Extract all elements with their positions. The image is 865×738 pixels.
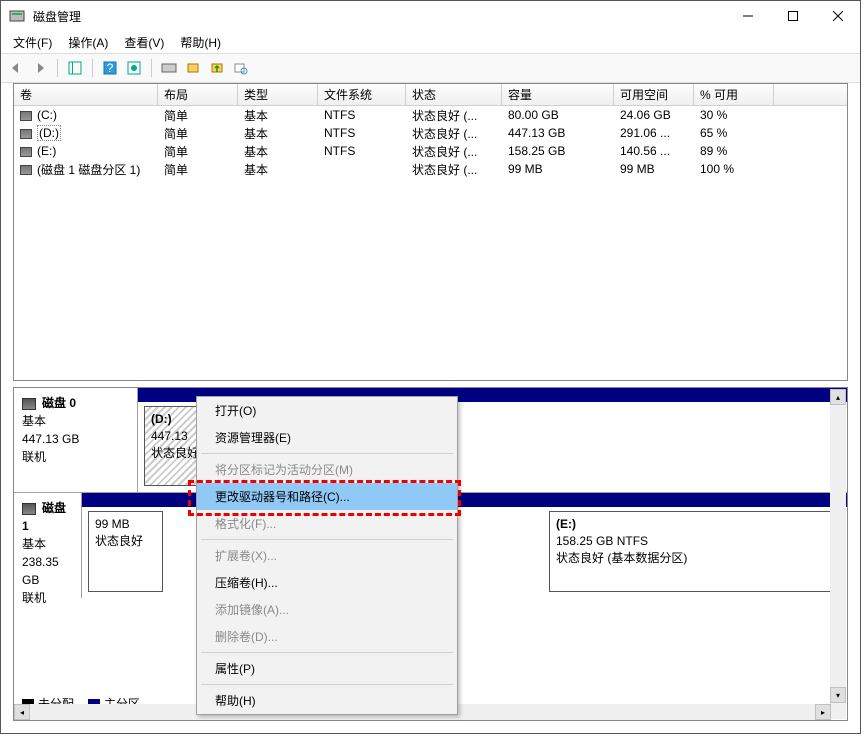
col-status[interactable]: 状态 — [406, 84, 502, 105]
ctx-extend: 扩展卷(X)... — [197, 542, 457, 569]
tb-icon-4[interactable] — [206, 57, 228, 79]
table-row[interactable]: (D:)简单基本NTFS状态良好 (...447.13 GB291.06 ...… — [14, 124, 847, 142]
toolbar: ? — [1, 53, 860, 83]
ctx-help[interactable]: 帮助(H) — [197, 687, 457, 714]
forward-button[interactable] — [29, 57, 51, 79]
window-title: 磁盘管理 — [33, 8, 725, 25]
titlebar: 磁盘管理 — [1, 1, 860, 31]
menu-view[interactable]: 查看(V) — [116, 32, 172, 53]
col-type[interactable]: 类型 — [238, 84, 318, 105]
col-fs[interactable]: 文件系统 — [318, 84, 406, 105]
menu-help[interactable]: 帮助(H) — [172, 32, 229, 53]
col-volume[interactable]: 卷 — [14, 84, 158, 105]
disk-label: 磁盘 1基本238.35 GB联机 — [14, 493, 82, 598]
ctx-format: 格式化(F)... — [197, 510, 457, 537]
ctx-explorer[interactable]: 资源管理器(E) — [197, 424, 457, 451]
tb-icon-1[interactable] — [64, 57, 86, 79]
table-row[interactable]: (C:)简单基本NTFS状态良好 (...80.00 GB24.06 GB30 … — [14, 106, 847, 124]
ctx-properties[interactable]: 属性(P) — [197, 655, 457, 682]
ctx-delete: 删除卷(D)... — [197, 623, 457, 650]
tb-icon-disk[interactable] — [158, 57, 180, 79]
maximize-button[interactable] — [770, 1, 815, 31]
help-icon[interactable]: ? — [99, 57, 121, 79]
menu-action[interactable]: 操作(A) — [60, 32, 116, 53]
minimize-button[interactable] — [725, 1, 770, 31]
scroll-down[interactable]: ▾ — [830, 687, 846, 703]
toolbar-separator — [57, 59, 58, 77]
table-row[interactable]: (E:)简单基本NTFS状态良好 (...158.25 GB140.56 ...… — [14, 142, 847, 160]
menu-file[interactable]: 文件(F) — [5, 32, 60, 53]
app-icon — [9, 8, 25, 24]
vertical-scrollbar[interactable]: ▴ ▾ — [830, 389, 846, 719]
disk-label: 磁盘 0基本447.13 GB联机 — [14, 388, 138, 492]
col-layout[interactable]: 布局 — [158, 84, 238, 105]
ctx-change-letter[interactable]: 更改驱动器号和路径(C)... — [197, 483, 457, 510]
context-menu: 打开(O) 资源管理器(E) 将分区标记为活动分区(M) 更改驱动器号和路径(C… — [196, 396, 458, 715]
scroll-up[interactable]: ▴ — [830, 389, 846, 405]
ctx-open[interactable]: 打开(O) — [197, 397, 457, 424]
back-button[interactable] — [5, 57, 27, 79]
col-free[interactable]: 可用空间 — [614, 84, 694, 105]
toolbar-separator — [92, 59, 93, 77]
ctx-mirror: 添加镜像(A)... — [197, 596, 457, 623]
menubar: 文件(F) 操作(A) 查看(V) 帮助(H) — [1, 31, 860, 53]
volume-list: 卷 布局 类型 文件系统 状态 容量 可用空间 % 可用 (C:)简单基本NTF… — [13, 83, 848, 381]
tb-icon-5[interactable] — [230, 57, 252, 79]
scroll-right[interactable]: ▸ — [815, 704, 831, 720]
partition[interactable]: (E:)158.25 GB NTFS状态良好 (基本数据分区) — [549, 511, 841, 592]
ctx-mark-active: 将分区标记为活动分区(M) — [197, 456, 457, 483]
window-buttons — [725, 1, 860, 31]
table-body: (C:)简单基本NTFS状态良好 (...80.00 GB24.06 GB30 … — [14, 106, 847, 178]
partition[interactable]: 99 MB状态良好 — [88, 511, 163, 592]
disk-management-window: 磁盘管理 文件(F) 操作(A) 查看(V) 帮助(H) ? 卷 布局 类 — [0, 0, 861, 734]
tb-icon-2[interactable] — [123, 57, 145, 79]
tb-icon-3[interactable] — [182, 57, 204, 79]
col-capacity[interactable]: 容量 — [502, 84, 614, 105]
table-row[interactable]: (磁盘 1 磁盘分区 1)简单基本状态良好 (...99 MB99 MB100 … — [14, 160, 847, 178]
close-button[interactable] — [815, 1, 860, 31]
col-pct[interactable]: % 可用 — [694, 84, 774, 105]
table-header: 卷 布局 类型 文件系统 状态 容量 可用空间 % 可用 — [14, 84, 847, 106]
svg-text:?: ? — [107, 61, 114, 75]
ctx-shrink[interactable]: 压缩卷(H)... — [197, 569, 457, 596]
toolbar-separator — [151, 59, 152, 77]
scroll-left[interactable]: ◂ — [14, 704, 30, 720]
